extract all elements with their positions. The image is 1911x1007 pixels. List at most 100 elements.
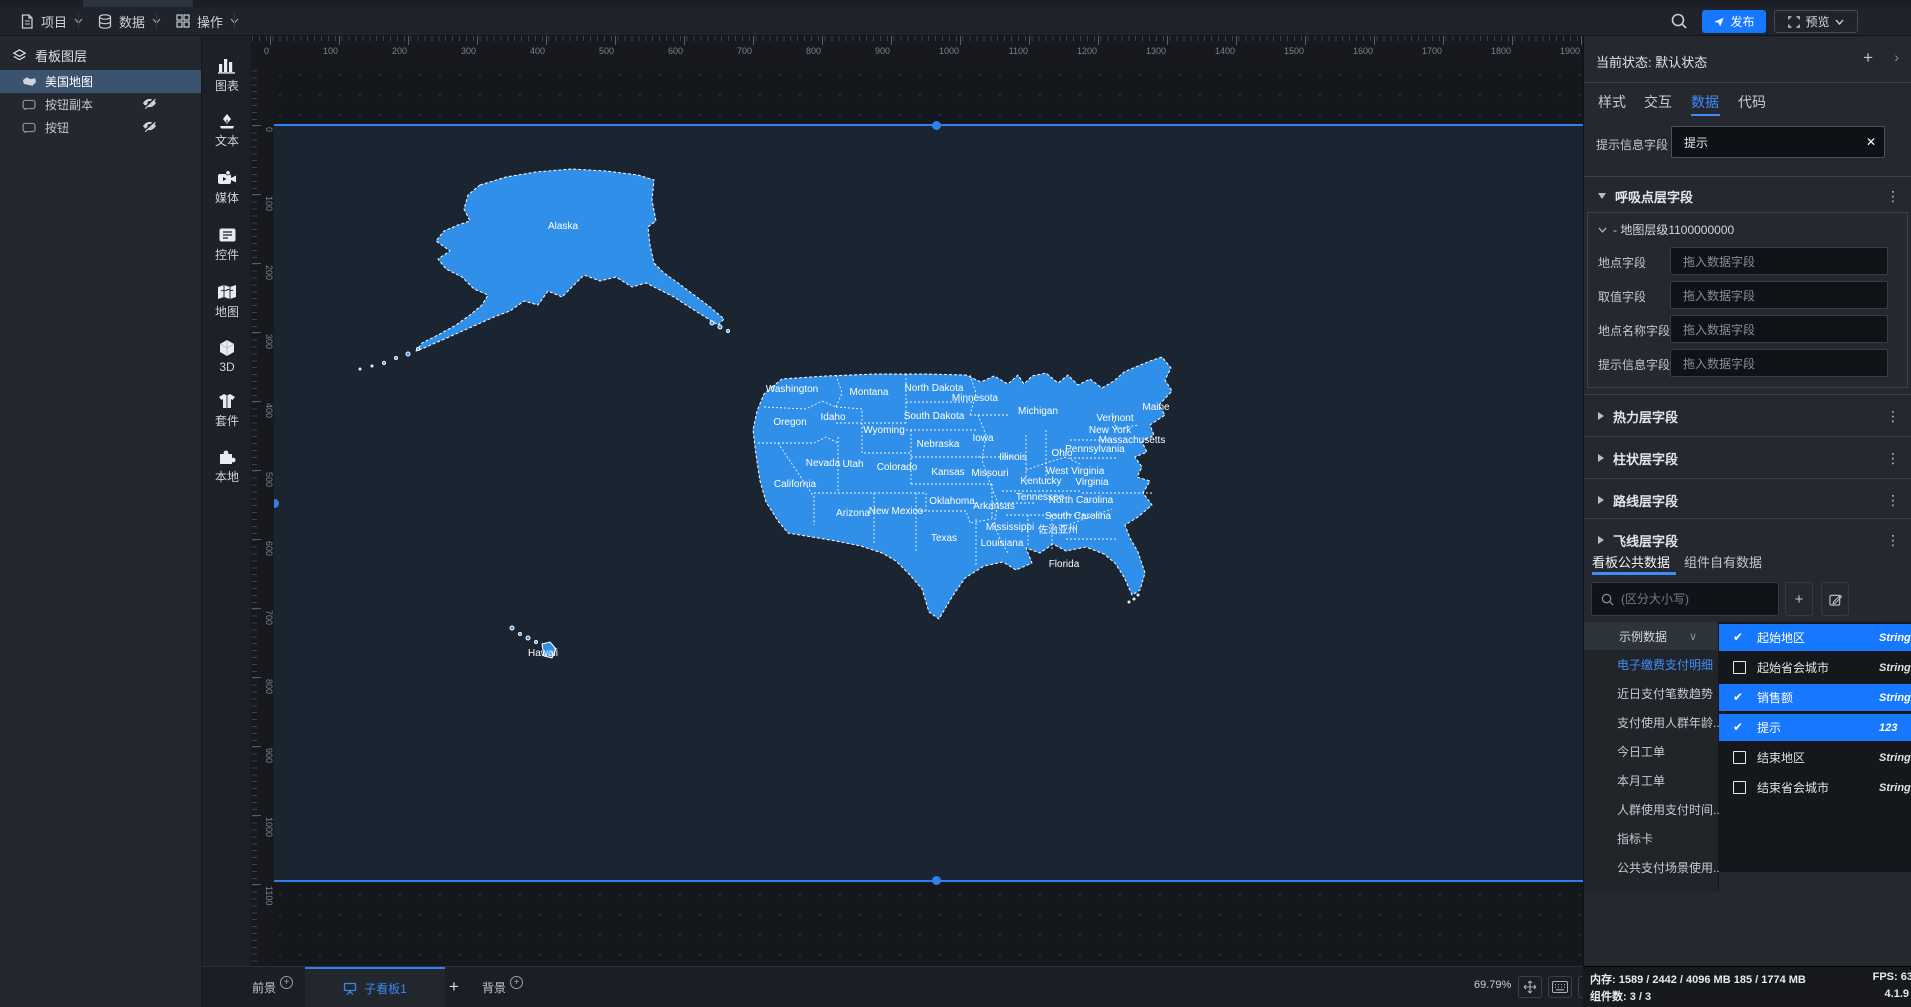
check-icon[interactable]: ✔ [1733,631,1746,644]
dataset-dropdown-label: 示例数据 [1619,629,1668,644]
tooltip-field-input[interactable]: 提示 ✕ [1671,126,1885,158]
ruler-tick [408,36,409,45]
dataset-item[interactable]: 人群使用支付时间... [1584,795,1723,824]
preview-button[interactable]: 预览 [1774,10,1858,33]
strip-item-本地[interactable]: 本地 [202,448,252,485]
clear-icon[interactable]: ✕ [1866,135,1876,149]
field-row-提示[interactable]: ✔ 提示 123 [1719,714,1911,741]
drop-zone-取值字段[interactable]: 拖入数据字段 [1670,281,1888,309]
field-row-结束省会城市[interactable]: 结束省会城市 String [1719,774,1911,801]
section-路线层字段[interactable]: 路线层字段 ⋮ [1584,486,1911,514]
menu-database[interactable]: 数据 [88,7,171,35]
artboard[interactable]: Washington Montana North Dakota Minnesota Mi… [274,121,1583,885]
dataset-item[interactable]: 近日支付笔数趋势 [1584,679,1718,708]
selection-handle-top[interactable] [932,121,941,130]
map-level-header[interactable]: - 地图层级1100000000 [1598,221,1734,238]
chevron-right-icon[interactable]: › [1894,49,1899,65]
strip-item-地图[interactable]: 地图 [202,284,252,320]
dataset-item[interactable]: 今日工单 [1584,737,1718,766]
checkbox-empty-icon[interactable] [1733,751,1746,764]
dataset-item[interactable]: 本月工单 [1584,766,1718,795]
drop-zone-地点名称字段[interactable]: 拖入数据字段 [1670,315,1888,343]
tab-数据[interactable]: 数据 [1691,92,1719,112]
check-icon[interactable]: ✔ [1733,691,1746,704]
dataset-dropdown[interactable]: 示例数据 ∨ [1584,622,1718,650]
vertical-ruler: 0 100 200 300 400 500 600 700 800 900 1000 1100 [252,36,274,966]
section-热力层字段[interactable]: 热力层字段 ⋮ [1584,402,1911,430]
ruler-tick [684,36,685,45]
publish-button[interactable]: 发布 [1702,10,1766,33]
strip-item-label: 3D [219,360,235,374]
drop-zone-地点字段[interactable]: 拖入数据字段 [1670,247,1888,275]
strip-item-套件[interactable]: 套件 [202,393,252,429]
checkbox-empty-icon[interactable] [1733,781,1746,794]
field-row-label: 提示信息字段 [1598,358,1671,372]
ruler-tick [252,884,261,885]
canvas[interactable]: Washington Montana North Dakota Minnesota Mi… [274,66,1583,966]
tab-样式[interactable]: 样式 [1598,92,1626,112]
layer-item-按钮副本[interactable]: 按钮副本 [0,93,201,116]
tab-交互[interactable]: 交互 [1644,92,1672,112]
keyboard-shortcuts-button[interactable] [1548,976,1572,998]
field-search-box[interactable] [1591,582,1779,616]
dataset-item[interactable]: 公共支付场景使用... [1584,853,1723,882]
kebab-menu-icon[interactable]: ⋮ [1886,492,1900,509]
menu-grid[interactable]: 操作 [166,7,249,35]
foreground-button[interactable]: 前景 + [252,967,294,1007]
divider [156,13,157,29]
add-state-icon[interactable]: + [1863,48,1873,68]
background-add-icon[interactable]: + [510,975,524,989]
add-dataset-button[interactable]: + [1785,582,1813,616]
layer-item-美国地图[interactable]: 美国地图 [0,70,201,93]
state-label-Virginia: Virginia [1075,477,1109,488]
strip-item-文本[interactable]: 文本 [202,113,252,149]
grid-icon [176,14,190,28]
field-row-销售额[interactable]: ✔ 销售额 String [1719,684,1911,711]
menu-document[interactable]: 项目 [10,7,93,35]
dataset-item[interactable]: 电子缴费支付明细 [1584,650,1718,679]
fit-screen-button[interactable] [1518,976,1542,998]
ruler-label: 1000 [938,46,959,56]
checkbox-empty-icon[interactable] [1733,661,1746,674]
drop-zone-提示信息字段[interactable]: 拖入数据字段 [1670,349,1888,377]
dataset-item[interactable]: 支付使用人群年龄... [1584,708,1723,737]
selection-handle-bottom[interactable] [932,876,941,885]
data-tab-看板公共数据[interactable]: 看板公共数据 [1592,552,1670,571]
dataset-item[interactable]: 指标卡 [1584,824,1718,853]
eye-off-icon[interactable] [142,120,157,132]
section-飞线层字段[interactable]: 飞线层字段 ⋮ [1584,526,1911,554]
background-button[interactable]: 背景 + [482,967,524,1007]
state-label-Pennsylvania: Pennsylvania [1065,444,1125,455]
kebab-menu-icon[interactable]: ⋮ [1886,450,1900,467]
field-row-起始省会城市[interactable]: 起始省会城市 String [1719,654,1911,681]
check-icon[interactable]: ✔ [1733,721,1746,734]
edit-dataset-button[interactable] [1821,582,1849,616]
strip-item-媒体[interactable]: 媒体 [202,170,252,206]
tab-subboard[interactable]: 子看板1 [305,967,445,1007]
ruler-label: 600 [667,46,683,56]
kebab-menu-icon[interactable]: ⋮ [1886,188,1900,205]
strip-item-3D[interactable]: 3D [202,339,252,374]
tab-代码[interactable]: 代码 [1738,92,1766,112]
layer-item-按钮[interactable]: 按钮 [0,116,201,139]
kebab-menu-icon[interactable]: ⋮ [1886,532,1900,549]
foreground-add-icon[interactable]: + [280,975,294,989]
add-subboard-button[interactable]: + [449,967,459,1007]
ruler-tick [252,125,261,126]
search-icon[interactable] [1670,12,1692,32]
eye-off-icon[interactable] [142,97,157,109]
us-map-chart[interactable]: Washington Montana North DakotaMinnesotaMi… [274,125,1583,881]
zoom-level[interactable]: 69.79% [1474,979,1511,991]
strip-item-图表[interactable]: 图表 [202,56,252,94]
selection-line-bottom[interactable] [274,880,1583,882]
kebab-menu-icon[interactable]: ⋮ [1886,408,1900,425]
field-row-起始地区[interactable]: ✔ 起始地区 String [1719,624,1911,651]
section-柱状层字段[interactable]: 柱状层字段 ⋮ [1584,444,1911,472]
data-tab-组件自有数据[interactable]: 组件自有数据 [1684,552,1762,571]
section-breath-layer[interactable]: 呼吸点层字段 ⋮ [1584,182,1911,210]
selection-line-top[interactable] [274,124,1583,126]
field-search-input[interactable] [1621,592,1761,606]
map-alaska[interactable] [415,168,725,352]
field-row-结束地区[interactable]: 结束地区 String [1719,744,1911,771]
strip-item-控件[interactable]: 控件 [202,227,252,263]
